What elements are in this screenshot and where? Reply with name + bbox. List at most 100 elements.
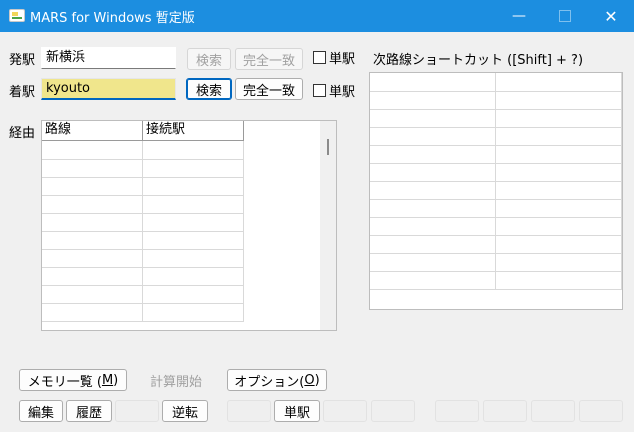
blank-button-2[interactable] [227,400,271,422]
route-cell-line[interactable] [42,177,143,195]
route-cell-line[interactable] [42,213,143,231]
shortcut-cell[interactable] [496,235,622,253]
shortcut-row[interactable] [370,235,622,254]
close-button[interactable]: ✕ [588,0,634,32]
shortcut-cell[interactable] [370,145,496,163]
route-column-connecting-station[interactable]: 接続駅 [143,121,244,140]
single-station-button[interactable]: 単駅 [274,400,320,422]
options-button[interactable]: オプション(O) [227,369,327,391]
blank-button-6[interactable] [483,400,527,422]
departure-station-input[interactable]: 新横浜 [41,47,176,69]
shortcut-cell[interactable] [496,253,622,271]
shortcut-cell[interactable] [496,271,622,289]
history-button[interactable]: 履歴 [66,400,112,422]
route-row[interactable] [42,195,244,214]
route-row[interactable] [42,249,244,268]
route-row[interactable] [42,231,244,250]
blank-button-8[interactable] [579,400,623,422]
route-cell-line[interactable] [42,285,143,303]
route-row[interactable] [42,141,244,160]
shortcut-list[interactable] [369,72,623,310]
route-cell-station[interactable] [143,285,244,303]
shortcut-cell[interactable] [496,91,622,109]
minimize-button[interactable]: — [496,0,542,32]
checkbox-box[interactable] [313,51,326,64]
shortcut-cell[interactable] [496,199,622,217]
route-cell-line[interactable] [42,141,143,159]
departure-search-button[interactable]: 検索 [187,48,231,70]
shortcut-row[interactable] [370,163,622,182]
route-cell-station[interactable] [143,249,244,267]
route-row[interactable] [42,159,244,178]
shortcut-cell[interactable] [370,271,496,289]
shortcut-cell[interactable] [496,217,622,235]
shortcut-cell[interactable] [370,235,496,253]
arrival-exact-match-button[interactable]: 完全一致 [235,78,303,100]
arrival-search-button[interactable]: 検索 [186,78,232,100]
blank-button-1[interactable] [115,400,159,422]
shortcut-row[interactable] [370,109,622,128]
checkbox-box[interactable] [313,84,326,97]
shortcut-cell[interactable] [370,163,496,181]
shortcut-row[interactable] [370,199,622,218]
blank-button-5[interactable] [435,400,479,422]
calculate-start-button[interactable]: 計算開始 [139,369,213,391]
blank-button-4[interactable] [371,400,415,422]
shortcut-row[interactable] [370,253,622,272]
shortcut-cell[interactable] [496,163,622,181]
route-row[interactable] [42,303,244,322]
blank-button-3[interactable] [323,400,367,422]
route-cell-station[interactable] [143,267,244,285]
scrollbar-thumb[interactable] [327,139,329,155]
reverse-button[interactable]: 逆転 [162,400,208,422]
shortcut-cell[interactable] [370,73,496,91]
route-column-line[interactable]: 路線 [42,121,143,140]
shortcut-cell[interactable] [496,73,622,91]
shortcut-cell[interactable] [370,127,496,145]
route-row[interactable] [42,267,244,286]
route-cell-station[interactable] [143,213,244,231]
shortcut-row[interactable] [370,91,622,110]
shortcut-row[interactable] [370,127,622,146]
route-cell-line[interactable] [42,195,143,213]
departure-exact-match-button[interactable]: 完全一致 [235,48,303,70]
shortcut-row[interactable] [370,271,622,290]
edit-button[interactable]: 編集 [19,400,63,422]
route-cell-line[interactable] [42,267,143,285]
shortcut-row[interactable] [370,181,622,200]
route-cell-line[interactable] [42,249,143,267]
route-cell-station[interactable] [143,195,244,213]
route-cell-station[interactable] [143,231,244,249]
route-scrollbar[interactable] [320,121,336,330]
arrival-single-station-checkbox[interactable]: 単駅 [313,81,355,100]
route-cell-station[interactable] [143,141,244,159]
shortcut-cell[interactable] [370,199,496,217]
shortcut-row[interactable] [370,217,622,236]
options-accelerator: O [304,372,315,388]
route-row[interactable] [42,177,244,196]
route-row[interactable] [42,213,244,232]
memory-list-button[interactable]: メモリ一覧 (M) [19,369,127,391]
route-list[interactable]: 路線 接続駅 [41,120,337,331]
route-row[interactable] [42,285,244,304]
route-cell-station[interactable] [143,303,244,321]
shortcut-cell[interactable] [370,181,496,199]
shortcut-cell[interactable] [496,145,622,163]
route-cell-line[interactable] [42,159,143,177]
route-cell-line[interactable] [42,303,143,321]
shortcut-cell[interactable] [370,217,496,235]
shortcut-cell[interactable] [496,127,622,145]
blank-button-7[interactable] [531,400,575,422]
shortcut-row[interactable] [370,73,622,92]
shortcut-cell[interactable] [370,91,496,109]
arrival-station-input[interactable]: kyouto [41,78,176,100]
route-cell-line[interactable] [42,231,143,249]
shortcut-cell[interactable] [370,109,496,127]
route-cell-station[interactable] [143,159,244,177]
shortcut-cell[interactable] [496,181,622,199]
shortcut-row[interactable] [370,145,622,164]
departure-single-station-checkbox[interactable]: 単駅 [313,48,355,67]
shortcut-cell[interactable] [370,253,496,271]
shortcut-cell[interactable] [496,109,622,127]
route-cell-station[interactable] [143,177,244,195]
